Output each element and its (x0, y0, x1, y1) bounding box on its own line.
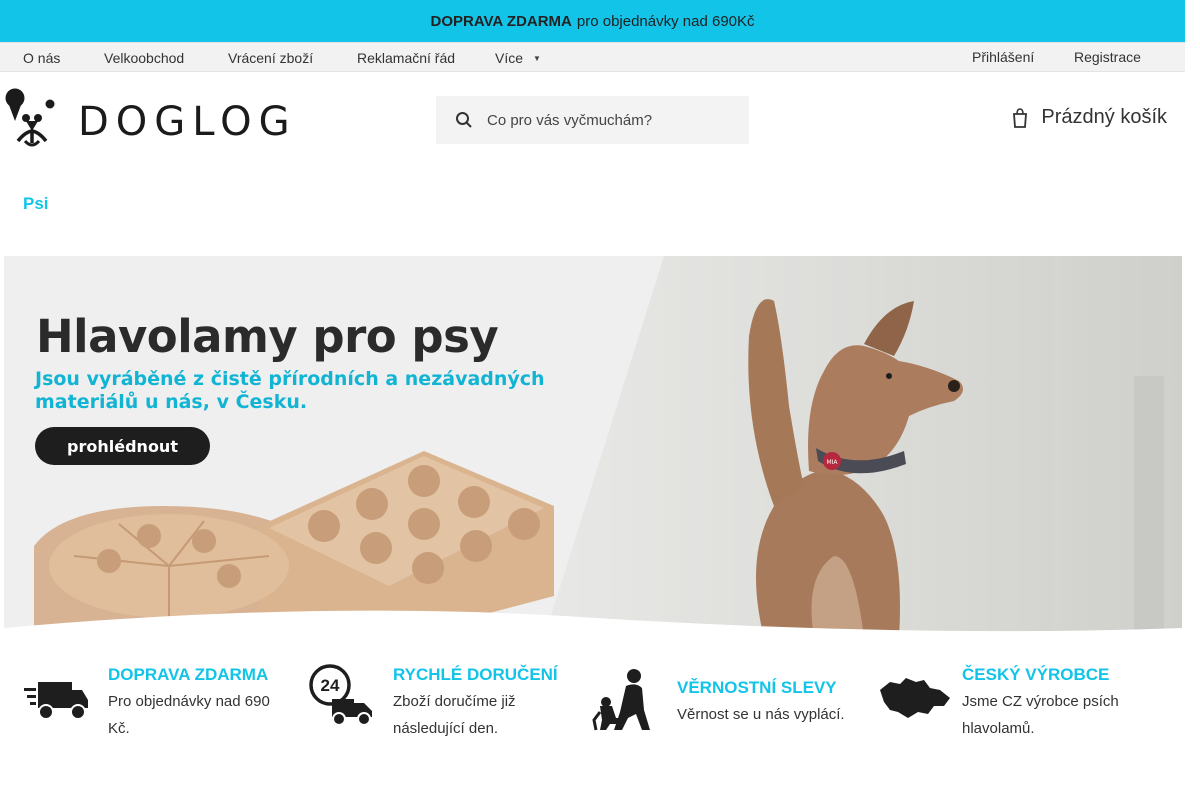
cart-label: Prázdný košík (1041, 106, 1167, 128)
24h-label: 24 (321, 676, 340, 695)
nav-vice-label: Více (495, 50, 524, 66)
search-icon[interactable] (455, 111, 473, 129)
banner-title: Hlavolamy pro psy (36, 310, 499, 363)
dog-face-logo-icon (5, 88, 55, 147)
top-navigation: O nás Velkoobchod Vrácení zboží Reklamač… (0, 42, 1185, 72)
feature-title: RYCHLÉ DORUČENÍ (393, 665, 558, 684)
czech-map-icon (880, 678, 950, 718)
logo[interactable]: DOGLOG (4, 87, 297, 149)
banner-browse-button[interactable]: prohlédnout (35, 427, 210, 465)
promo-bar: DOPRAVA ZDARMA pro objednávky nad 690Kč (0, 0, 1185, 42)
delivery-truck-icon (24, 682, 88, 720)
feature-text: Věrnost se u nás vyplácí. (677, 706, 845, 723)
main-content: Psi MIA Hlavolamy pro psy Jsou vyráběné … (0, 168, 1185, 800)
nav-reklamacni-rad[interactable]: Reklamační řád (357, 50, 455, 66)
features-row: DOPRAVA ZDARMA Pro objednávky nad 690 Kč… (0, 656, 1185, 756)
register-link[interactable]: Registrace (1074, 49, 1141, 65)
feature-free-shipping: DOPRAVA ZDARMA Pro objednávky nad 690 Kč… (0, 656, 290, 756)
cart-icon (1013, 107, 1028, 128)
header: DOGLOG Co pro vás vyčmuchám? Prázdný koš… (0, 72, 1185, 168)
login-link[interactable]: Přihlášení (972, 49, 1034, 65)
chevron-down-icon: ▼ (533, 54, 541, 63)
feature-title: DOPRAVA ZDARMA (108, 665, 269, 684)
loyalty-person-dog-icon (592, 669, 650, 731)
breadcrumb-current[interactable]: Psi (23, 194, 49, 214)
feature-text: Pro objednávky nad 690 Kč. (108, 693, 270, 737)
cart-button[interactable]: Prázdný košík (1011, 106, 1167, 129)
promo-text: pro objednávky nad 690Kč (576, 12, 755, 30)
logo-text: DOGLOG (78, 99, 297, 145)
tag-text: MIA (826, 459, 838, 466)
banner-subtitle: Jsou vyráběné z čistě přírodních a nezáv… (35, 368, 545, 413)
nav-o-nas[interactable]: O nás (23, 50, 60, 66)
feature-title: ČESKÝ VÝROBCE (962, 665, 1110, 684)
nav-vraceni-zbozi[interactable]: Vrácení zboží (228, 50, 313, 66)
promo-bold: DOPRAVA ZDARMA (430, 12, 572, 30)
feature-title: VĚRNOSTNÍ SLEVY (677, 678, 837, 697)
24h-delivery-icon: 24 (309, 664, 372, 726)
search-box[interactable]: Co pro vás vyčmuchám? (436, 96, 749, 144)
nav-velkoobchod[interactable]: Velkoobchod (104, 50, 184, 66)
feature-loyalty: VĚRNOSTNÍ SLEVY Věrnost se u nás vyplácí… (580, 656, 870, 756)
hero-banner[interactable]: MIA Hlavolamy pro psy Jsou vyráběné z či (4, 256, 1182, 638)
search-input[interactable]: Co pro vás vyčmuchám? (487, 112, 652, 129)
feature-czech-maker: ČESKÝ VÝROBCE Jsme CZ výrobce psích hlav… (870, 656, 1185, 756)
feature-text: Jsme CZ výrobce psích hlavolamů. (962, 693, 1119, 737)
feature-fast-delivery: 24 RYCHLÉ DORUČENÍ Zboží doručíme již ná… (290, 656, 580, 756)
feature-text: Zboží doručíme již následující den. (393, 693, 516, 737)
nav-vice-dropdown[interactable]: Více ▼ (495, 50, 541, 66)
